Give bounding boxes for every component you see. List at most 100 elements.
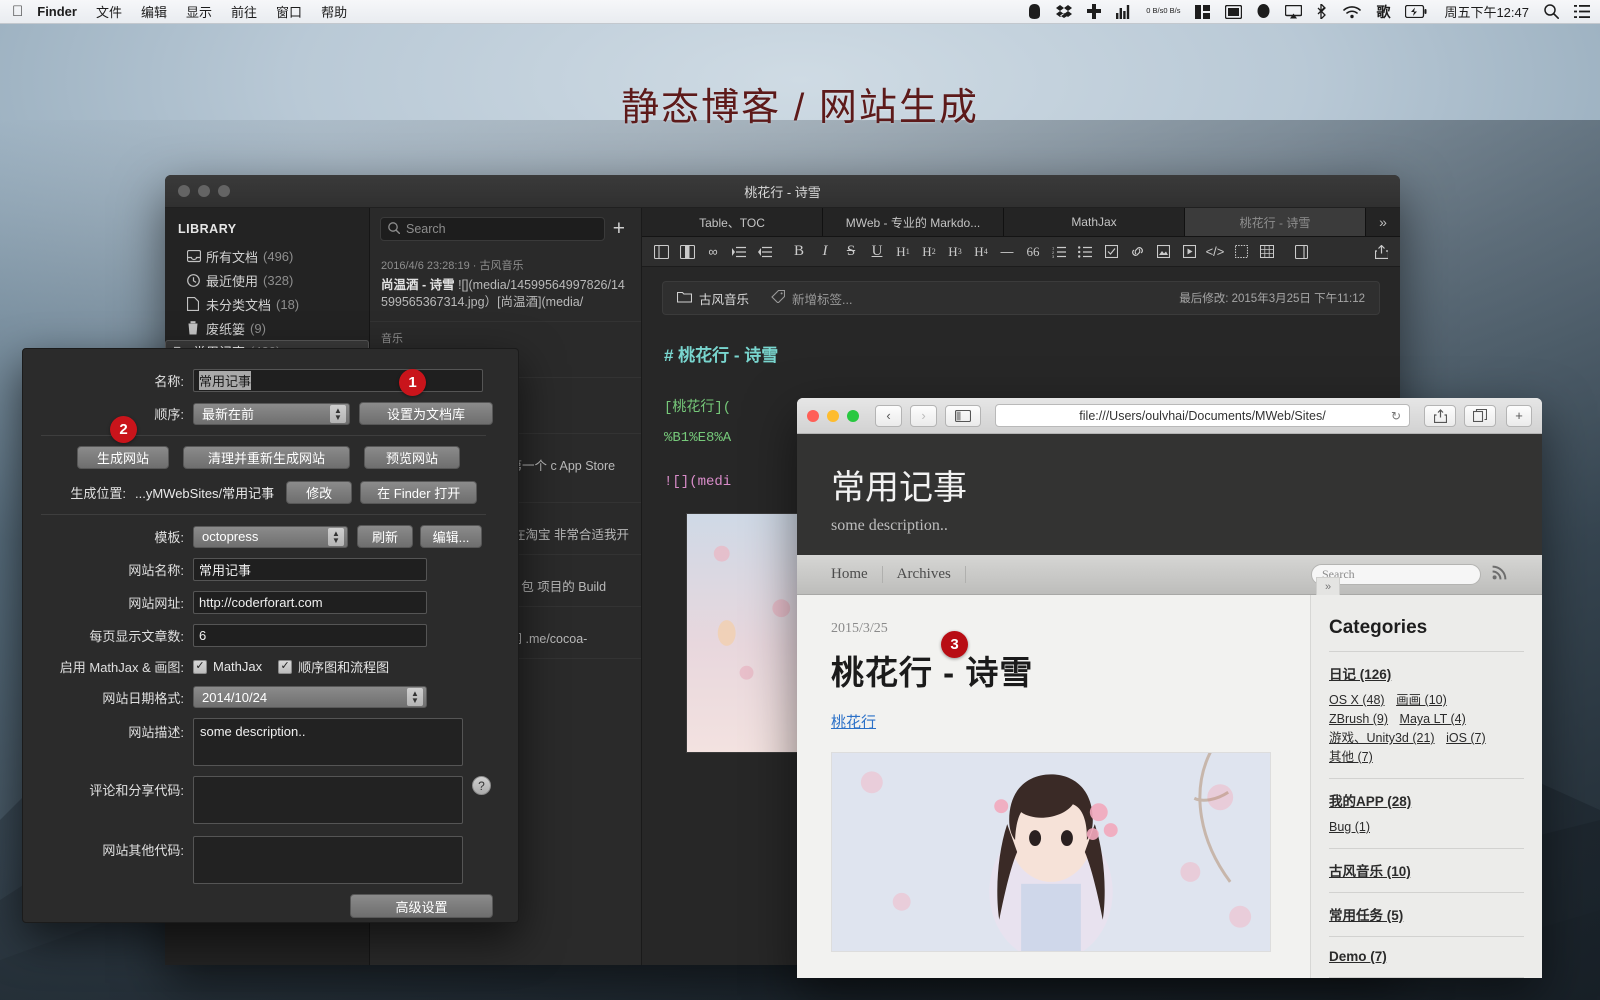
- table-icon[interactable]: [1254, 239, 1280, 265]
- preview-pane-icon[interactable]: [1288, 239, 1314, 265]
- tab-mathjax[interactable]: MathJax: [1004, 208, 1185, 236]
- tab-table-toc[interactable]: Table、TOC: [642, 208, 823, 236]
- evernote-icon[interactable]: [1028, 4, 1041, 19]
- reload-icon[interactable]: ↻: [1391, 409, 1401, 423]
- sidebar-item-uncategorized[interactable]: 未分类文档 (18): [165, 292, 369, 316]
- indent-left-icon[interactable]: [752, 239, 778, 265]
- category-zbrush[interactable]: ZBrush (9): [1329, 712, 1388, 726]
- category-bug[interactable]: Bug (1): [1329, 820, 1370, 834]
- menu-item-finder[interactable]: Finder: [37, 4, 77, 19]
- sidebar-item-recent[interactable]: 最近使用 (328): [165, 268, 369, 292]
- dropbox-icon[interactable]: [1056, 4, 1072, 19]
- heading-4-icon[interactable]: H4: [968, 239, 994, 265]
- minimize-icon[interactable]: [827, 410, 839, 422]
- post-title[interactable]: 桃花行 - 诗雪: [831, 646, 1282, 694]
- sidebar-collapse-button[interactable]: »: [1316, 577, 1340, 595]
- name-field[interactable]: 常用记事: [193, 369, 483, 392]
- bluetooth-icon[interactable]: [1317, 4, 1328, 19]
- health-plus-icon[interactable]: [1087, 4, 1101, 19]
- menu-item-help[interactable]: 帮助: [321, 2, 347, 21]
- ordered-list-icon[interactable]: 123: [1046, 239, 1072, 265]
- horizontal-rule-icon[interactable]: —: [994, 239, 1020, 265]
- wifi-icon[interactable]: [1343, 5, 1361, 19]
- posts-per-page-field[interactable]: 6: [193, 624, 427, 647]
- apple-icon[interactable]: : [12, 4, 23, 19]
- tab-overview-button[interactable]: [1464, 405, 1496, 427]
- tab-taohuaxing[interactable]: 桃花行 - 诗雪: [1185, 208, 1366, 236]
- nav-item-archives[interactable]: Archives: [883, 566, 966, 583]
- diagram-checkbox[interactable]: ✓ 顺序图和流程图: [278, 657, 389, 676]
- category-osx[interactable]: OS X (48): [1329, 693, 1385, 707]
- template-select[interactable]: octopress ▲▼: [193, 526, 348, 548]
- set-as-library-button[interactable]: 设置为文档库: [359, 402, 493, 425]
- tab-overflow-button[interactable]: »: [1366, 208, 1400, 236]
- new-tab-button[interactable]: +: [1506, 405, 1532, 427]
- description-field[interactable]: some description..: [193, 718, 463, 766]
- image-icon[interactable]: [1150, 239, 1176, 265]
- category-other[interactable]: 其他 (7): [1329, 750, 1373, 764]
- window-controls[interactable]: [807, 410, 859, 422]
- edit-template-button[interactable]: 编辑...: [420, 525, 482, 548]
- preview-site-button[interactable]: 预览网站: [364, 446, 460, 469]
- code-block-icon[interactable]: [1228, 239, 1254, 265]
- media-icon[interactable]: [1176, 239, 1202, 265]
- window-tile-icon[interactable]: [1195, 5, 1210, 19]
- menu-item-edit[interactable]: 编辑: [141, 2, 167, 21]
- document-list-item[interactable]: 2016/4/6 23:28:19 · 古风音乐 尚温酒 - 诗雪 ![](me…: [370, 249, 641, 322]
- heading-3-icon[interactable]: H3: [942, 239, 968, 265]
- share-icon[interactable]: [1368, 239, 1394, 265]
- qq-icon[interactable]: [1257, 4, 1270, 19]
- clean-regenerate-button[interactable]: 清理并重新生成网站: [183, 446, 350, 469]
- sidebar-item-trash[interactable]: 废纸篓 (9): [165, 316, 369, 340]
- help-button[interactable]: ?: [472, 776, 491, 795]
- menu-item-go[interactable]: 前往: [231, 2, 257, 21]
- mathjax-checkbox[interactable]: ✓ MathJax: [193, 659, 262, 674]
- comment-code-field[interactable]: [193, 776, 463, 824]
- input-method-icon[interactable]: 歌: [1376, 2, 1390, 22]
- site-url-field[interactable]: http://coderforart.com: [193, 591, 427, 614]
- refresh-template-button[interactable]: 刷新: [357, 525, 413, 548]
- share-button[interactable]: [1424, 405, 1456, 427]
- menu-item-view[interactable]: 显示: [186, 2, 212, 21]
- address-bar[interactable]: file:///Users/oulvhai/Documents/MWeb/Sit…: [995, 404, 1410, 427]
- quote-icon[interactable]: 66: [1020, 239, 1046, 265]
- audio-meter-icon[interactable]: [1116, 4, 1131, 19]
- heading-1-icon[interactable]: H1: [890, 239, 916, 265]
- indent-right-icon[interactable]: [726, 239, 752, 265]
- menu-bar-clock[interactable]: 周五下午12:47: [1444, 2, 1529, 21]
- heading-2-icon[interactable]: H2: [916, 239, 942, 265]
- add-tag-button[interactable]: 新增标签...: [771, 289, 852, 308]
- menu-item-file[interactable]: 文件: [96, 2, 122, 21]
- document-folder[interactable]: 古风音乐: [677, 289, 749, 308]
- category-games-unity3d[interactable]: 游戏、Unity3d (21): [1329, 731, 1435, 745]
- code-icon[interactable]: </>: [1202, 239, 1228, 265]
- modify-path-button[interactable]: 修改: [286, 481, 352, 504]
- category-gufeng-music[interactable]: 古风音乐 (10): [1329, 864, 1411, 879]
- zoom-icon[interactable]: [847, 410, 859, 422]
- notification-center-icon[interactable]: [1574, 5, 1590, 18]
- menu-item-window[interactable]: 窗口: [276, 2, 302, 21]
- advanced-settings-button[interactable]: 高级设置: [350, 894, 493, 918]
- bold-icon[interactable]: B: [786, 239, 812, 265]
- category-ios[interactable]: iOS (7): [1446, 731, 1486, 745]
- order-select[interactable]: 最新在前 ▲▼: [193, 403, 350, 425]
- site-name-field[interactable]: 常用记事: [193, 558, 427, 581]
- tab-mweb-markdown[interactable]: MWeb - 专业的 Markdo...: [823, 208, 1004, 236]
- checkbox-list-icon[interactable]: [1098, 239, 1124, 265]
- date-format-select[interactable]: 2014/10/24 ▲▼: [193, 686, 427, 708]
- close-icon[interactable]: [807, 410, 819, 422]
- add-document-button[interactable]: +: [605, 219, 633, 239]
- category-demo[interactable]: Demo (7): [1329, 949, 1387, 964]
- generate-site-button[interactable]: 生成网站: [77, 446, 169, 469]
- underline-icon[interactable]: U: [864, 239, 890, 265]
- back-button[interactable]: ‹: [875, 405, 902, 427]
- strikethrough-icon[interactable]: S: [838, 239, 864, 265]
- display-icon[interactable]: [1225, 5, 1242, 19]
- category-huahua[interactable]: 画画 (10): [1396, 693, 1447, 707]
- sidebar-toggle-icon[interactable]: [648, 239, 674, 265]
- post-link[interactable]: 桃花行: [831, 711, 876, 732]
- airplay-icon[interactable]: [1285, 5, 1302, 19]
- sidebar-item-all-documents[interactable]: 所有文档 (496): [165, 244, 369, 268]
- nav-item-home[interactable]: Home: [831, 566, 883, 583]
- sidebar-toggle-button[interactable]: [945, 405, 981, 427]
